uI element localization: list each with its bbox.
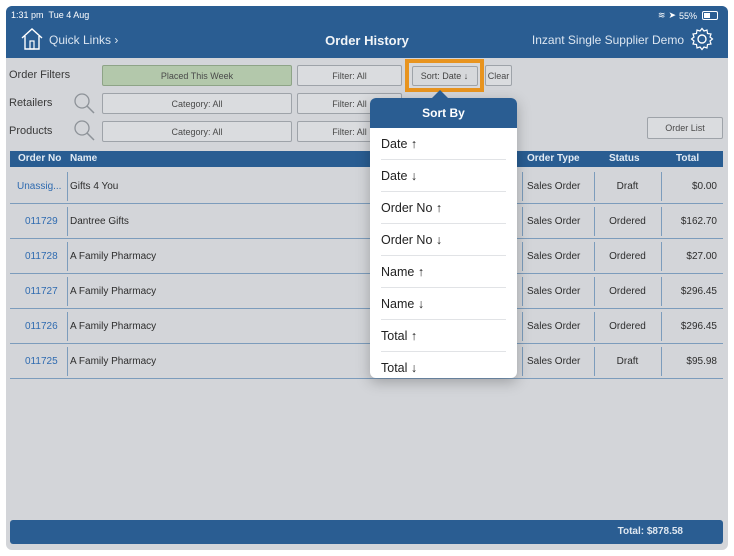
order-filters-label: Order Filters (9, 69, 71, 81)
status-cell: Draft (616, 356, 639, 367)
gear-icon[interactable] (690, 27, 714, 51)
supplier-name[interactable]: Inzant Single Supplier Demo (532, 33, 684, 47)
retailer-category-filter[interactable]: Category: All (102, 93, 292, 114)
total-cell: $296.45 (680, 286, 717, 297)
order-type-cell: Sales Order (527, 181, 581, 192)
retailers-label: Retailers (9, 97, 53, 109)
order-list-button[interactable]: Order List (647, 117, 723, 139)
status-cell: Ordered (609, 286, 646, 297)
sort-option-name-asc[interactable]: Name ↑ (381, 256, 506, 288)
products-label: Products (9, 125, 53, 137)
status-cell: Ordered (609, 321, 646, 332)
status-cell: Ordered (609, 251, 646, 262)
table-row[interactable]: 011729 Dantree Gifts Sales Order Ordered… (10, 205, 723, 239)
name-cell: Gifts 4 You (70, 181, 119, 192)
col-status[interactable]: Status (609, 153, 640, 164)
col-order-no[interactable]: Order No (18, 153, 61, 164)
total-cell: $0.00 (691, 181, 717, 192)
product-search-icon[interactable] (73, 119, 95, 141)
status-cell: Draft (616, 181, 639, 192)
order-filter-all-button[interactable]: Filter: All (297, 65, 402, 86)
total-cell: $296.45 (680, 321, 717, 332)
order-no-cell[interactable]: Unassig... (17, 170, 61, 203)
order-type-cell: Sales Order (527, 216, 581, 227)
status-time-date: 1:31 pm Tue 4 Aug (11, 10, 89, 20)
status-time: 1:31 pm (11, 10, 44, 20)
table-row[interactable]: Unassig... Gifts 4 You Sales Order Draft… (10, 170, 723, 204)
table-header: Order No Name Order Type Status Total (10, 151, 723, 167)
wifi-icon: ≋ (657, 10, 666, 20)
order-no-cell[interactable]: 011726 (25, 310, 58, 343)
table-row[interactable]: 011728 A Family Pharmacy Sales Order Ord… (10, 240, 723, 274)
location-icon: ➤ (668, 10, 676, 20)
ipad-frame: 1:31 pm Tue 4 Aug ≋ ➤ 55% Quick Links › … (0, 0, 734, 556)
top-bar: 1:31 pm Tue 4 Aug ≋ ➤ 55% Quick Links › … (6, 6, 728, 58)
sort-option-orderno-desc[interactable]: Order No ↓ (381, 224, 506, 256)
col-name[interactable]: Name (70, 153, 97, 164)
popover-arrow (432, 90, 448, 98)
status-date: Tue 4 Aug (48, 10, 90, 20)
order-no-cell[interactable]: 011725 (25, 345, 58, 378)
order-type-cell: Sales Order (527, 356, 581, 367)
sort-button-highlight[interactable]: Sort: Date ↓ (405, 59, 484, 92)
table-row[interactable]: 011725 A Family Pharmacy Sales Order Dra… (10, 345, 723, 379)
sort-by-title: Sort By (370, 98, 517, 128)
sort-option-total-asc[interactable]: Total ↑ (381, 320, 506, 352)
sort-button[interactable]: Sort: Date ↓ (411, 65, 478, 86)
name-cell: A Family Pharmacy (70, 321, 157, 332)
quick-links-button[interactable]: Quick Links › (49, 33, 118, 47)
status-indicators: ≋ ➤ 55% (658, 10, 718, 21)
battery-percent: 55% (678, 10, 697, 21)
name-cell: Dantree Gifts (70, 216, 129, 227)
total-footer: Total: $878.58 (10, 520, 723, 544)
product-category-filter[interactable]: Category: All (102, 121, 292, 142)
name-cell: A Family Pharmacy (70, 356, 157, 367)
sort-by-popover: Sort By Date ↑ Date ↓ Order No ↑ Order N… (370, 90, 517, 378)
retailer-search-icon[interactable] (73, 92, 95, 114)
sort-option-total-desc[interactable]: Total ↓ (381, 352, 506, 383)
table-row[interactable]: 011727 A Family Pharmacy Sales Order Ord… (10, 275, 723, 309)
table-row[interactable]: 011726 A Family Pharmacy Sales Order Ord… (10, 310, 723, 344)
total-cell: $27.00 (686, 251, 717, 262)
total-cell: $162.70 (680, 216, 717, 227)
status-cell: Ordered (609, 216, 646, 227)
app-screen: 1:31 pm Tue 4 Aug ≋ ➤ 55% Quick Links › … (6, 6, 728, 550)
order-no-cell[interactable]: 011729 (25, 205, 58, 238)
sort-option-orderno-asc[interactable]: Order No ↑ (381, 192, 506, 224)
sort-option-date-asc[interactable]: Date ↑ (381, 128, 506, 160)
order-no-cell[interactable]: 011728 (25, 240, 58, 273)
grand-total: Total: $878.58 (617, 526, 683, 537)
total-cell: $95.98 (686, 356, 717, 367)
name-cell: A Family Pharmacy (70, 286, 157, 297)
sort-option-name-desc[interactable]: Name ↓ (381, 288, 506, 320)
col-total[interactable]: Total (676, 153, 699, 164)
order-type-cell: Sales Order (527, 251, 581, 262)
placed-this-week-filter[interactable]: Placed This Week (102, 65, 292, 86)
home-icon[interactable] (20, 27, 44, 51)
order-no-cell[interactable]: 011727 (25, 275, 58, 308)
order-type-cell: Sales Order (527, 321, 581, 332)
col-order-type[interactable]: Order Type (527, 153, 580, 164)
page-title: Order History (325, 33, 409, 48)
clear-button[interactable]: Clear (485, 65, 512, 86)
order-type-cell: Sales Order (527, 286, 581, 297)
battery-icon (702, 11, 718, 20)
name-cell: A Family Pharmacy (70, 251, 157, 262)
sort-option-date-desc[interactable]: Date ↓ (381, 160, 506, 192)
